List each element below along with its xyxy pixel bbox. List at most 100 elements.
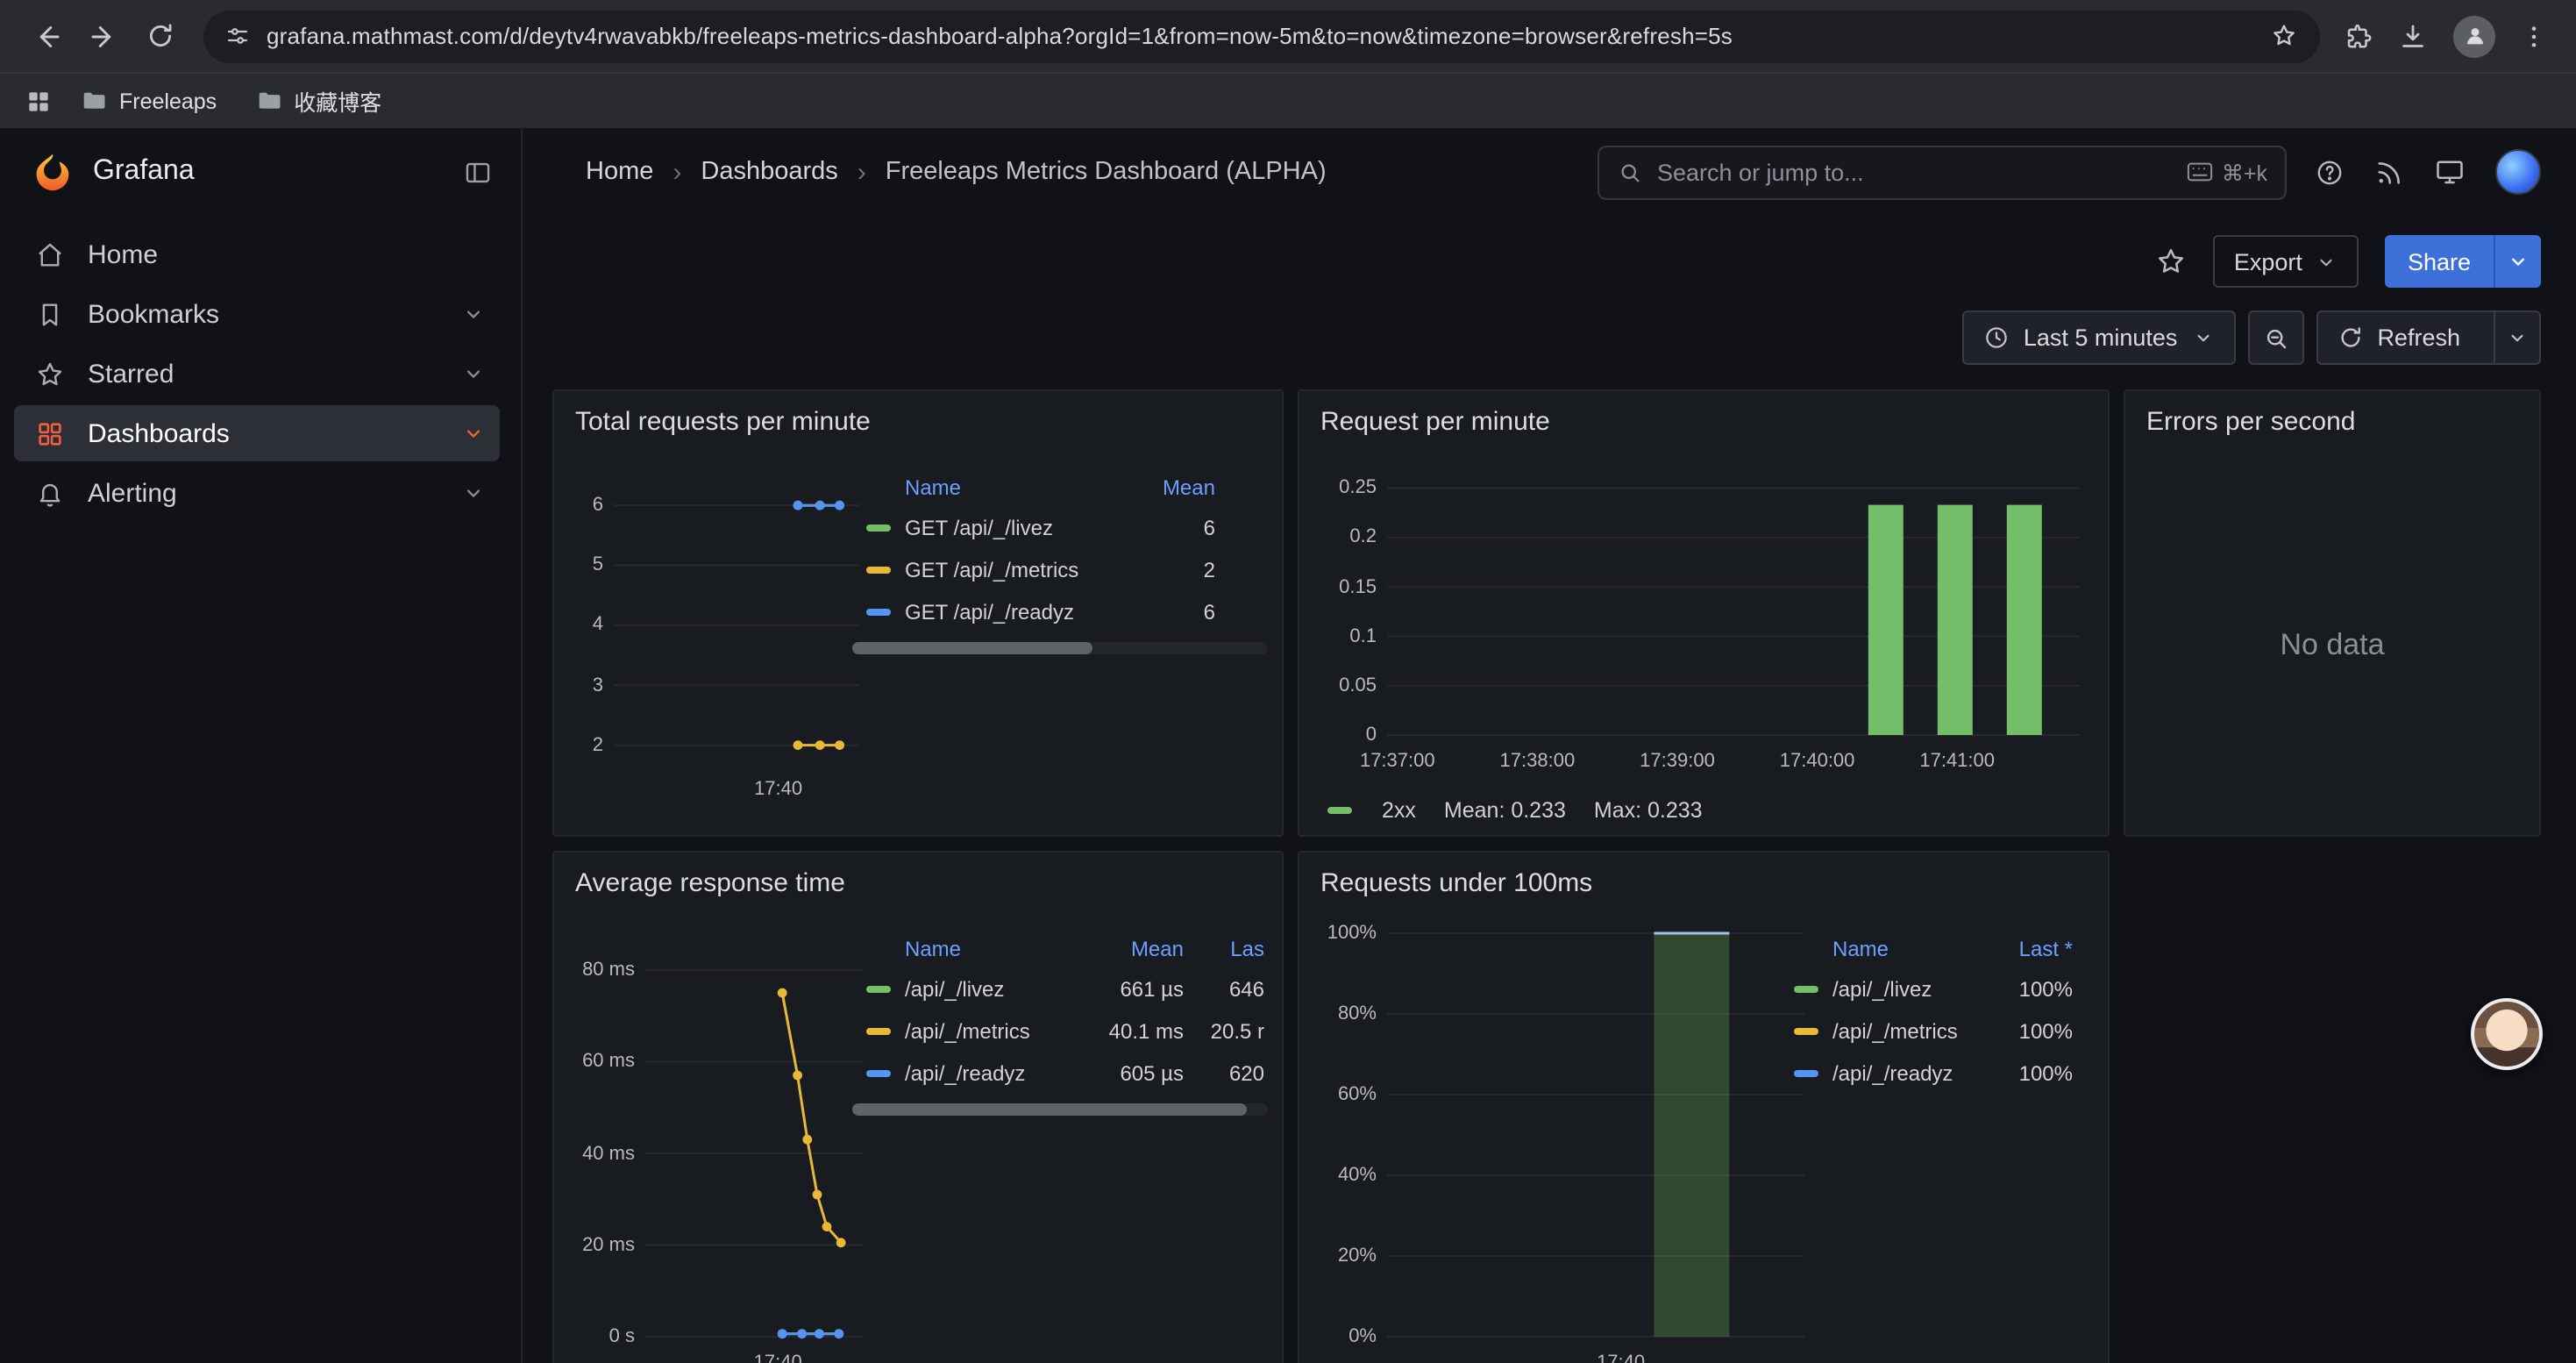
y-axis-label: 2 xyxy=(593,733,603,758)
legend-header-last[interactable]: Las xyxy=(1184,937,1268,961)
zoom-out-button[interactable] xyxy=(2247,310,2303,365)
x-axis-label: 17:37:00 xyxy=(1360,749,1435,774)
series-name: /api/_/metrics xyxy=(905,1019,1030,1044)
legend-header-mean[interactable]: Mean xyxy=(1075,937,1184,961)
legend-header-name[interactable]: Name xyxy=(866,937,961,961)
bookmark-item-blog[interactable]: 收藏博客 xyxy=(245,79,392,123)
site-settings-icon[interactable] xyxy=(224,23,251,49)
breadcrumb-home[interactable]: Home xyxy=(586,158,653,186)
under-100ms-chart[interactable]: 100%80%60%40%20%0%17:40 xyxy=(1310,912,1818,1363)
request-per-minute-chart[interactable]: 0.250.20.150.10.05017:37:0017:38:0017:39… xyxy=(1310,451,2097,795)
breadcrumb-dashboards[interactable]: Dashboards xyxy=(701,158,837,186)
panel-title[interactable]: Request per minute xyxy=(1299,391,2108,437)
sidebar-item-dashboards[interactable]: Dashboards xyxy=(14,405,500,461)
legend-row[interactable]: /api/_/metrics 100% xyxy=(1780,1010,2083,1053)
legend-row[interactable]: GET /api/_/readyz 6 xyxy=(852,591,1268,633)
legend-row[interactable]: GET /api/_/metrics 2 xyxy=(852,549,1268,591)
share-menu-chevron-icon[interactable] xyxy=(2494,235,2541,288)
series-swatch-icon xyxy=(866,525,891,532)
legend-header-name[interactable]: Name xyxy=(866,475,961,500)
download-icon[interactable] xyxy=(2397,20,2429,52)
request-per-minute-chart-plot[interactable] xyxy=(1310,451,2097,795)
sidebar-item-alerting[interactable]: Alerting xyxy=(14,465,500,521)
panel-title[interactable]: Errors per second xyxy=(2125,391,2539,437)
legend-scrollbar[interactable] xyxy=(852,642,1268,654)
share-button[interactable]: Share xyxy=(2385,235,2541,288)
panel-title[interactable]: Requests under 100ms xyxy=(1299,853,2108,898)
browser-menu-icon[interactable] xyxy=(2520,22,2548,50)
sidebar-item-bookmarks[interactable]: Bookmarks xyxy=(14,286,500,342)
folder-icon xyxy=(255,88,281,114)
collapse-sidebar-icon[interactable] xyxy=(463,157,493,187)
legend-row[interactable]: /api/_/livez 661 µs 646 xyxy=(852,968,1268,1010)
x-axis-label: 17:40 xyxy=(754,1351,802,1363)
legend-row[interactable]: /api/_/readyz 605 µs 620 xyxy=(852,1053,1268,1095)
under-100ms-chart-plot[interactable] xyxy=(1310,912,1818,1363)
legend-scrollbar[interactable] xyxy=(852,1103,1268,1116)
panel-title[interactable]: Total requests per minute xyxy=(554,391,1282,437)
assistant-avatar-overlay[interactable] xyxy=(2471,998,2543,1070)
series-mean: 661 µs xyxy=(1075,977,1184,1002)
no-data-message: No data xyxy=(2125,628,2539,663)
series-mean: 40.1 ms xyxy=(1075,1019,1184,1044)
legend-header-mean[interactable]: Mean xyxy=(1163,475,1268,500)
chevron-down-icon[interactable] xyxy=(461,302,486,326)
legend-header-name[interactable]: Name xyxy=(1794,937,1889,961)
refresh-button[interactable]: Refresh xyxy=(2316,310,2541,365)
series-name: /api/_/readyz xyxy=(1832,1061,1953,1086)
total-requests-chart[interactable]: 6543217:40 xyxy=(565,451,877,812)
bookmark-star-icon[interactable] xyxy=(2269,21,2299,51)
refresh-main[interactable]: Refresh xyxy=(2317,312,2480,363)
breadcrumb-separator: › xyxy=(672,157,681,187)
x-axis-label: 17:41:00 xyxy=(1919,749,1995,774)
url-bar[interactable]: grafana.mathmast.com/d/deytv4rwavabkb/fr… xyxy=(203,10,2320,62)
chevron-down-icon[interactable] xyxy=(461,481,486,505)
sidebar-item-starred[interactable]: Starred xyxy=(14,346,500,402)
back-icon[interactable] xyxy=(21,10,74,62)
grafana-logo[interactable] xyxy=(32,151,74,193)
legend-row[interactable]: /api/_/metrics 40.1 ms 20.5 r xyxy=(852,1010,1268,1053)
sidebar-item-label: Bookmarks xyxy=(88,299,219,329)
panel-requests-under-100ms: Requests under 100ms 100%80%60%40%20%0%1… xyxy=(1298,851,2110,1363)
bookmark-item-freeleaps[interactable]: Freeleaps xyxy=(70,82,227,119)
sidebar-item-home[interactable]: Home xyxy=(14,226,500,282)
browser-profile-icon[interactable] xyxy=(2453,15,2495,57)
panel-title[interactable]: Average response time xyxy=(554,853,1282,898)
series-swatch-icon xyxy=(1794,986,1818,993)
rss-icon[interactable] xyxy=(2374,157,2404,187)
reload-icon[interactable] xyxy=(133,10,186,62)
chevron-down-icon[interactable] xyxy=(461,361,486,386)
avg-response-chart[interactable]: 80 ms60 ms40 ms20 ms0 s17:40 xyxy=(565,912,877,1363)
x-axis-label: 17:39:00 xyxy=(1640,749,1715,774)
series-last: 646 xyxy=(1184,977,1268,1002)
legend-header-last[interactable]: Last * xyxy=(2019,937,2083,961)
y-axis-label: 60 ms xyxy=(582,1049,635,1074)
refresh-interval-chevron-icon[interactable] xyxy=(2494,312,2539,363)
chevron-down-icon[interactable] xyxy=(461,421,486,446)
scrollbar-thumb[interactable] xyxy=(852,1103,1247,1116)
share-label[interactable]: Share xyxy=(2385,235,2494,288)
extensions-icon[interactable] xyxy=(2341,20,2373,52)
monitor-icon[interactable] xyxy=(2434,156,2466,188)
legend-row[interactable]: /api/_/livez 100% xyxy=(1780,968,2083,1010)
browser-toolbar: grafana.mathmast.com/d/deytv4rwavabkb/fr… xyxy=(0,0,2576,72)
legend-row[interactable]: /api/_/readyz 100% xyxy=(1780,1053,2083,1095)
legend-row[interactable]: GET /api/_/livez 6 xyxy=(852,507,1268,549)
time-range-picker[interactable]: Last 5 minutes xyxy=(1962,310,2236,365)
series-swatch-icon xyxy=(866,986,891,993)
help-icon[interactable] xyxy=(2315,157,2345,187)
user-avatar[interactable] xyxy=(2495,149,2541,195)
total-requests-chart-plot[interactable] xyxy=(565,451,877,812)
export-button[interactable]: Export xyxy=(2213,235,2359,288)
search-input[interactable] xyxy=(1657,159,2173,185)
apps-grid-icon[interactable] xyxy=(25,87,53,115)
favorite-star-icon[interactable] xyxy=(2155,246,2187,277)
series-name: GET /api/_/metrics xyxy=(905,558,1078,582)
y-axis-label: 20% xyxy=(1338,1244,1377,1268)
forward-icon[interactable] xyxy=(77,10,130,62)
search-box[interactable]: ⌘+k xyxy=(1598,145,2287,199)
scrollbar-thumb[interactable] xyxy=(852,642,1093,654)
legend-inline[interactable]: 2xx Mean: 0.233 Max: 0.233 xyxy=(1327,798,1703,823)
series-last: 100% xyxy=(2019,977,2083,1002)
star-icon xyxy=(35,359,65,389)
